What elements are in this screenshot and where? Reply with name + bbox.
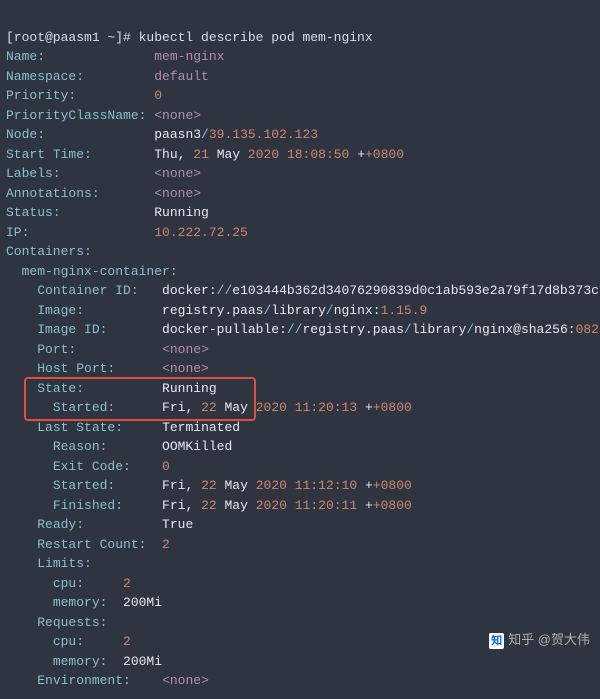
field-priority-label: Priority: [6, 88, 76, 103]
env-label: Environment: [37, 673, 131, 688]
field-namespace-value: default [154, 69, 209, 84]
field-pcn-label: PriorityClassName: [6, 108, 146, 123]
port-label: Port: [37, 342, 76, 357]
ready-label: Ready: [37, 517, 84, 532]
field-status-value: Running [154, 205, 209, 220]
limits-mem-label: memory: [53, 595, 108, 610]
reason-label: Reason: [53, 439, 108, 454]
field-namespace-label: Namespace: [6, 69, 84, 84]
finished-label: Finished: [53, 498, 123, 513]
field-node-host: paasn3 [154, 127, 201, 142]
terminal-output: [root@paasm1 ~]# kubectl describe pod me… [0, 0, 600, 699]
req-cpu-label: cpu: [53, 634, 84, 649]
restart-label: Restart Count: [37, 537, 146, 552]
containers-header: Containers: [6, 244, 92, 259]
last-state-value: Terminated [162, 420, 240, 435]
field-name-value: mem-nginx [154, 49, 224, 64]
field-ip-value: 10.222.72.25 [154, 225, 248, 240]
image-label: Image: [37, 303, 84, 318]
field-labels-value: <none> [154, 166, 201, 181]
container-id-label: Container ID: [37, 283, 138, 298]
limits-cpu-label: cpu: [53, 576, 84, 591]
exitcode-label: Exit Code: [53, 459, 131, 474]
field-status-label: Status: [6, 205, 61, 220]
field-priority-value: 0 [154, 88, 162, 103]
requests-label: Requests: [37, 615, 107, 630]
watermark-text: 知乎 @贺大伟 [508, 632, 590, 647]
container-name: mem-nginx-container: [22, 264, 178, 279]
state-label: State: [37, 381, 84, 396]
field-node-ip: 39.135.102.123 [209, 127, 318, 142]
started-label: Started: [53, 400, 115, 415]
field-node-label: Node: [6, 127, 45, 142]
shell-prompt: [root@paasm1 ~]# kubectl describe pod me… [6, 30, 373, 45]
field-labels-label: Labels: [6, 166, 61, 181]
field-start-label: Start Time: [6, 147, 92, 162]
last-state-label: Last State: [37, 420, 123, 435]
started2-label: Started: [53, 478, 115, 493]
reason-value: OOMKilled [162, 439, 232, 454]
hostport-label: Host Port: [37, 361, 115, 376]
field-ip-label: IP: [6, 225, 29, 240]
field-name-label: Name: [6, 49, 45, 64]
field-annotations-value: <none> [154, 186, 201, 201]
zhihu-logo-icon: 知 [489, 633, 504, 650]
limits-label: Limits: [37, 556, 92, 571]
req-mem-label: memory: [53, 654, 108, 669]
image-id-label: Image ID: [37, 322, 107, 337]
field-pcn-value: <none> [154, 108, 201, 123]
watermark: 知知乎 @贺大伟 [489, 630, 590, 650]
field-annotations-label: Annotations: [6, 186, 100, 201]
